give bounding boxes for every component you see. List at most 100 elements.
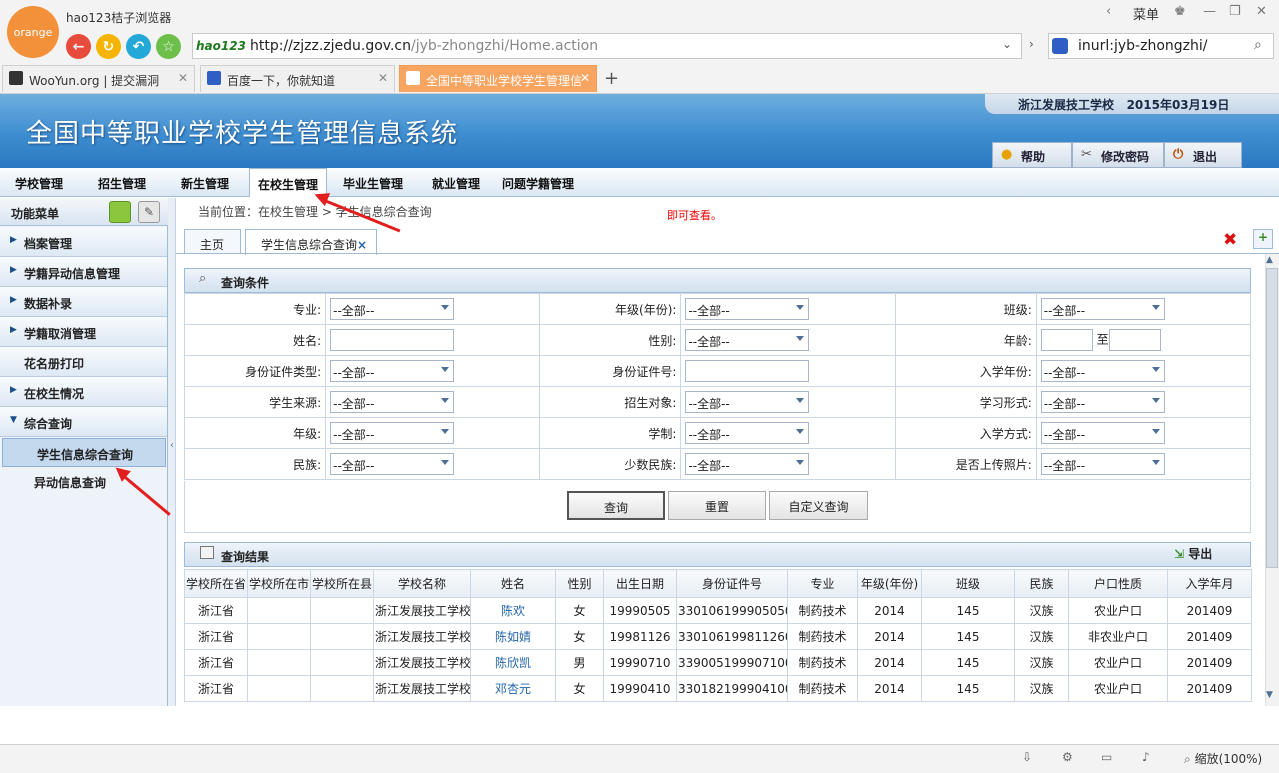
sidebar-item-archive[interactable]: ▶ 档案管理 [0,227,167,257]
column-header[interactable]: 学校所在县 [310,569,374,598]
source-select[interactable]: --全部-- [330,391,455,413]
student-name-link[interactable]: 陈欢 [470,597,556,624]
new-tab-icon[interactable]: + [604,68,619,89]
close-icon[interactable]: ✕ [580,71,590,85]
back-icon[interactable]: ← [66,34,91,59]
gear-icon[interactable]: ⚙ [1062,750,1073,764]
sidebar-item-status-change[interactable]: ▶ 学籍异动信息管理 [0,257,167,287]
column-header[interactable]: 出生日期 [603,569,677,598]
refresh-icon[interactable]: ↻ [96,34,121,59]
age-to-input[interactable] [1108,329,1161,351]
forward-icon[interactable]: › [1029,37,1034,51]
zoom-level[interactable]: ⌕ 缩放(100%) [1184,750,1262,767]
sidebar-item-roster[interactable]: 花名册打印 [0,347,167,377]
list-icon[interactable] [109,201,131,223]
target-select[interactable]: --全部-- [685,391,810,413]
sidebar-item-data-entry[interactable]: ▶ 数据补录 [0,287,167,317]
column-header[interactable]: 身份证件号 [676,569,788,598]
tab-active[interactable]: 全国中等职业学校学生管理信 ✕ [399,65,597,92]
close-icon[interactable]: × [357,238,367,252]
id-type-select[interactable]: --全部-- [330,360,455,382]
window-icon[interactable]: ▭ [1101,750,1112,764]
search-button[interactable]: 查询 [567,491,665,520]
id-no-input[interactable] [685,360,810,382]
photo-select[interactable]: --全部-- [1040,453,1165,475]
shirt-icon[interactable]: ♚ [1174,4,1186,19]
close-all-icon[interactable]: ✖ [1223,230,1237,250]
column-header[interactable]: 民族 [1014,569,1069,598]
column-header[interactable]: 学校名称 [373,569,471,598]
student-name-link[interactable]: 邓杏元 [470,675,556,702]
duration-select[interactable]: --全部-- [685,422,810,444]
sidebar-item-enrolled[interactable]: ▶ 在校生情况 [0,377,167,407]
grade-year-select[interactable]: --全部-- [685,298,810,320]
table-row[interactable]: 浙江省 浙江发展技工学校 陈欣凯男 19990710 339005199907100 制药… [184,649,1252,676]
star-icon[interactable]: ☆ [156,34,181,59]
scroll-up-icon[interactable]: ▲ [1266,255,1273,265]
tab-student-query[interactable]: 学生信息综合查询× [245,229,377,255]
column-header[interactable]: 性别 [555,569,604,598]
column-header[interactable]: 姓名 [470,569,556,598]
column-header[interactable]: 入学年月 [1167,569,1252,598]
table-row[interactable]: 浙江省 浙江发展技工学校 陈欢女 19990505 330106199905050 制药技… [184,597,1252,624]
class-select[interactable]: --全部-- [1040,298,1165,320]
sidebar-subitem-student-query[interactable]: 学生信息综合查询 [2,438,166,467]
collapse-sidebar-icon[interactable]: ‹ [170,440,174,451]
student-name-link[interactable]: 陈欣凯 [470,649,556,676]
menu-new-student[interactable]: 新生管理 [173,168,237,197]
minority-select[interactable]: --全部-- [685,453,810,475]
search-input[interactable]: inurl:jyb-zhongzhi/ [1078,38,1208,54]
tab-menu-icon[interactable]: + [1253,229,1273,249]
enroll-method-select[interactable]: --全部-- [1040,422,1165,444]
column-header[interactable]: 学校所在市 [247,569,311,598]
maximize-icon[interactable]: ❐ [1229,4,1241,19]
menu-employment[interactable]: 就业管理 [424,168,488,197]
menu-problem-status[interactable]: 问题学籍管理 [494,168,582,197]
search-icon[interactable]: ⌕ [1254,37,1262,53]
change-password-button[interactable]: ✂ 修改密码 [1072,142,1164,168]
sidebar-item-query[interactable]: ▼ 综合查询 [0,407,167,437]
reset-button[interactable]: 重置 [668,491,766,520]
help-button[interactable]: ● 帮助 [992,142,1072,168]
ethnic-select[interactable]: --全部-- [330,453,455,475]
scroll-down-icon[interactable]: ▼ [1266,690,1273,700]
menu-enroll[interactable]: 招生管理 [90,168,154,197]
study-form-select[interactable]: --全部-- [1040,391,1165,413]
close-window-icon[interactable]: ✕ [1256,4,1267,19]
tab-baidu[interactable]: 百度一下，你就知道 ✕ [200,65,395,92]
table-row[interactable]: 浙江省 浙江发展技工学校 陈如婧女 19981126 330106199811260 制药… [184,623,1252,650]
enroll-year-select[interactable]: --全部-- [1040,360,1165,382]
chevron-left-icon[interactable]: ‹ [1106,4,1111,19]
student-name-link[interactable]: 陈如婧 [470,623,556,650]
attach-icon[interactable]: ✎ [138,201,160,223]
custom-query-button[interactable]: 自定义查询 [769,491,868,520]
menu-graduate[interactable]: 毕业生管理 [335,168,411,197]
column-header[interactable]: 班级 [921,569,1015,598]
url-text[interactable]: http://zjzz.zjedu.gov.cn/jyb-zhongzhi/Ho… [250,38,598,54]
logout-button[interactable]: ⏻ 退出 [1164,142,1242,168]
minimize-icon[interactable]: — [1203,4,1216,19]
browser-menu[interactable]: 菜单 [1133,4,1159,23]
tab-wooyun[interactable]: WooYun.org | 提交漏洞 ✕ [2,65,195,92]
tab-home[interactable]: 主页 [184,229,241,254]
major-select[interactable]: --全部-- [330,298,455,320]
gender-select[interactable]: --全部-- [685,329,810,351]
table-row[interactable]: 浙江省 浙江发展技工学校 邓杏元女 19990410 330182199904100 制药… [184,675,1252,702]
column-header[interactable]: 学校所在省 [184,569,248,598]
export-button[interactable]: ⇲ 导出 [1174,545,1212,562]
column-header[interactable]: 户口性质 [1068,569,1168,598]
name-input[interactable] [330,329,455,351]
scrollbar-thumb[interactable] [1266,268,1278,568]
close-icon[interactable]: ✕ [378,71,388,85]
grade-select[interactable]: --全部-- [330,422,455,444]
menu-school[interactable]: 学校管理 [7,168,71,197]
age-from-input[interactable] [1040,329,1093,351]
volume-icon[interactable]: ♪ [1142,750,1150,764]
download-icon[interactable]: ⇩ [1022,750,1032,764]
sidebar-splitter[interactable] [168,198,176,706]
dropdown-icon[interactable]: ⌄ [1002,37,1012,51]
sidebar-item-cancel[interactable]: ▶ 学籍取消管理 [0,317,167,347]
close-icon[interactable]: ✕ [178,71,188,85]
undo-icon[interactable]: ↶ [126,34,151,59]
column-header[interactable]: 年级(年份) [857,569,922,598]
